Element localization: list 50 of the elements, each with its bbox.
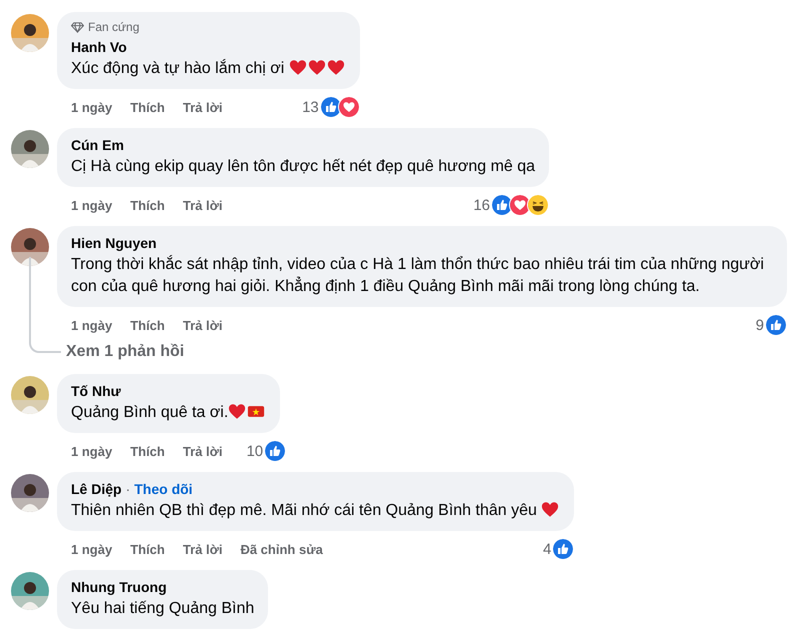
author-name[interactable]: Hien Nguyen [71,235,157,251]
author-name[interactable]: Nhung Truong [71,579,167,595]
like-link[interactable]: Thích [130,318,165,332]
comment-time[interactable]: 1 ngày [71,100,112,114]
like-link[interactable]: Thích [130,198,165,212]
reply-link[interactable]: Trả lời [182,444,222,458]
heart-icon [228,403,246,420]
reply-link[interactable]: Trả lời [182,100,222,114]
comment-text: Trong thời khắc sát nhập tỉnh, video của c Hà 1 làm thổn thức bao nhiêu trái tim của những người con của quê hương hai giỏi. Khẳng định 1 điều Quảng Bình mãi mãi trong lòng chúng ta. [71,254,765,297]
comment-text: Quảng Bình quê ta ơi. [71,402,266,424]
heart-icon [326,59,345,76]
comment-text: Xúc động và tự hào lắm chị ơi [71,58,346,80]
like-link[interactable]: Thích [130,542,165,556]
author-name[interactable]: Cún Em [71,137,124,153]
comment-time[interactable]: 1 ngày [71,444,112,458]
author-name[interactable]: Lê Diệp [71,481,122,497]
heart-icon [288,59,307,76]
view-replies-link[interactable]: Xem 1 phản hồi [66,343,184,361]
fan-label: Fan cứng [88,20,140,34]
author-name[interactable]: Hanh Vo [71,39,127,55]
heart-icon [541,501,560,518]
like-icon [320,96,342,118]
comment-text: Cị Hà cùng ekip quay lên tôn được hết nét đẹp quê hương mê qa [71,157,536,177]
like-link[interactable]: Thích [130,100,165,114]
laughing-emoji-icon [527,194,550,216]
reply-link[interactable]: Trả lời [182,542,222,556]
like-icon [552,538,574,560]
comment-time[interactable]: 1 ngày [71,542,112,556]
author-name[interactable]: Tố Như [71,383,121,399]
flag-icon [247,403,266,420]
reply-link[interactable]: Trả lời [182,318,222,332]
separator-dot: · [126,481,130,497]
like-link[interactable]: Thích [130,444,165,458]
reaction-count[interactable]: 10 [246,442,264,460]
follow-link[interactable]: Theo dõi [134,481,193,497]
comment-time[interactable]: 1 ngày [71,198,112,212]
reply-link[interactable]: Trả lời [182,198,222,212]
reaction-count[interactable]: 13 [302,98,319,116]
like-icon [765,314,787,336]
reaction-count[interactable]: 4 [543,540,552,558]
like-icon [264,440,286,462]
reaction-count[interactable]: 16 [473,196,490,214]
heart-icon [308,59,326,76]
love-icon [338,96,360,118]
comment-text: Thiên nhiên QB thì đẹp mê. Mãi nhớ cái tên Quảng Bình thân yêu [71,500,560,522]
edited-label: Đã chỉnh sửa [240,542,323,556]
reaction-count[interactable]: 9 [756,316,764,334]
diamond-icon [71,22,84,32]
comment-time[interactable]: 1 ngày [71,318,112,332]
comment-text: Yêu hai tiếng Quảng Bình [71,599,254,619]
